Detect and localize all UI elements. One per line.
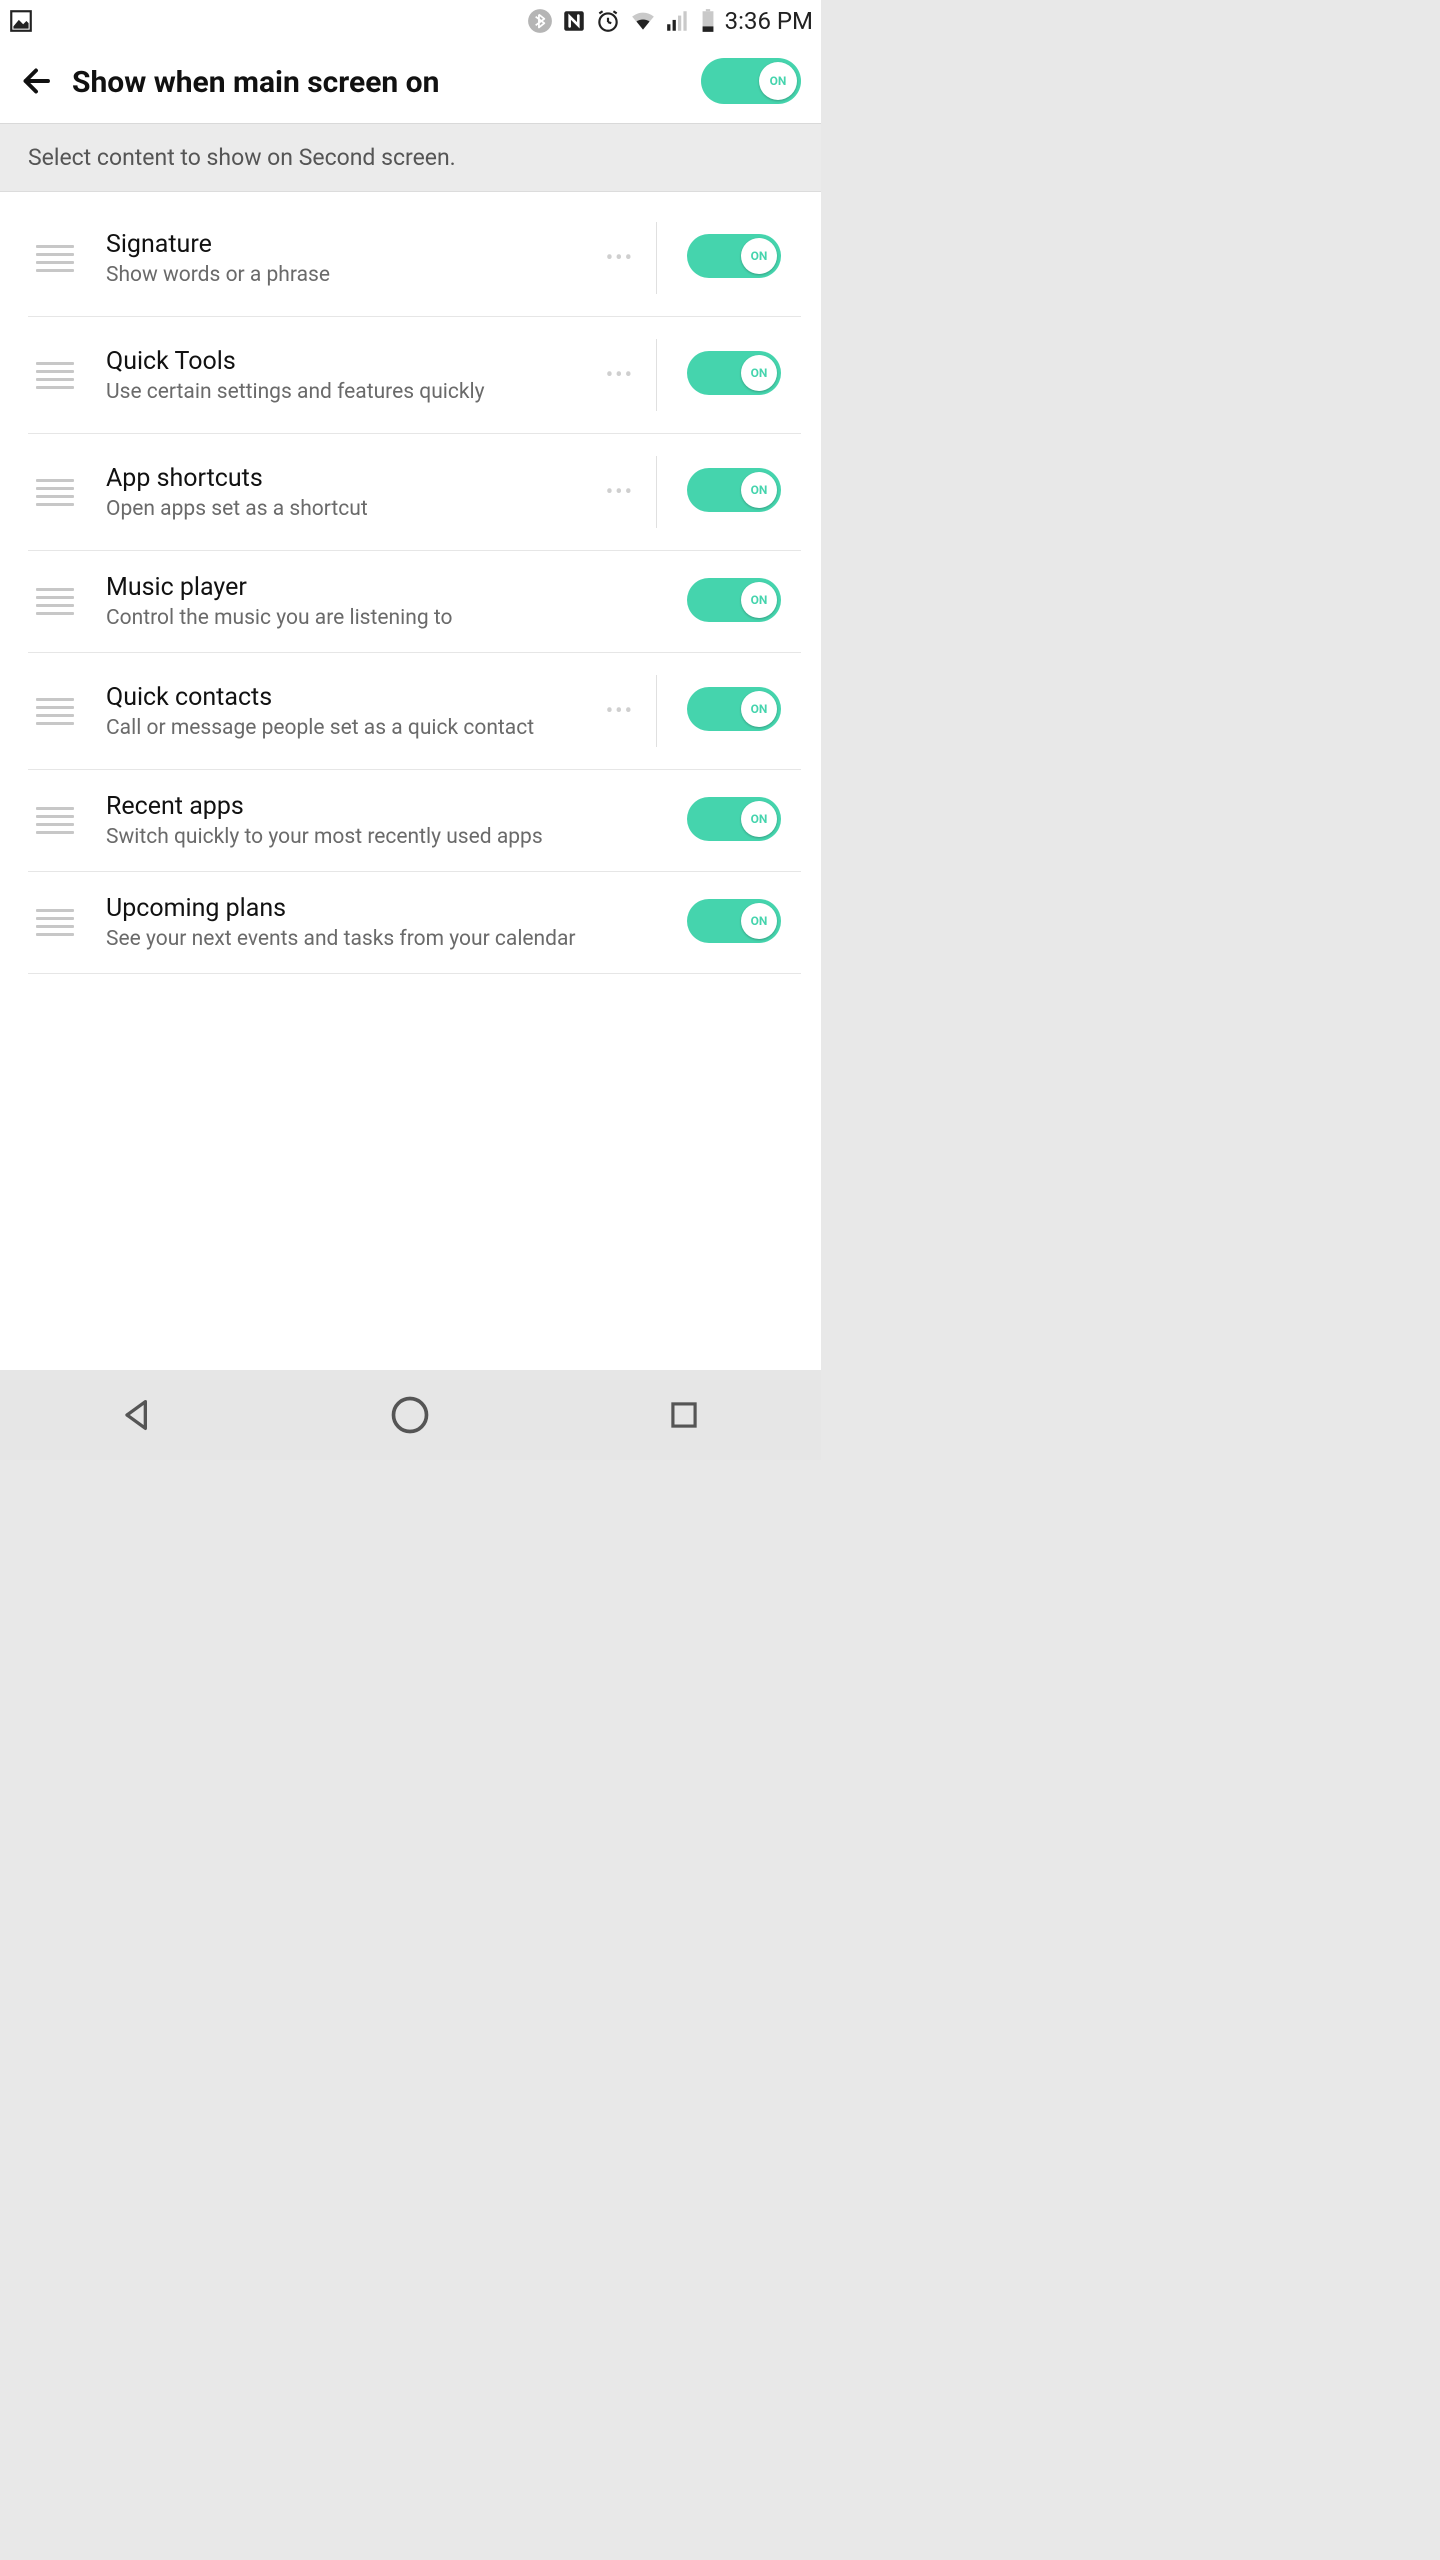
item-toggle[interactable]: ON	[687, 351, 781, 399]
master-toggle[interactable]: ON	[701, 58, 801, 108]
item-title: Quick contacts	[106, 683, 592, 712]
item-title: Music player	[106, 573, 665, 602]
status-left	[8, 8, 34, 34]
wifi-icon	[629, 8, 657, 34]
toggle-label: ON	[751, 249, 768, 263]
more-dots-icon[interactable]: •••	[600, 480, 640, 505]
drag-handle-icon[interactable]	[36, 807, 74, 834]
toggle-label: ON	[751, 483, 768, 497]
more-dots-icon[interactable]: •••	[600, 246, 640, 271]
toggle-label: ON	[751, 702, 768, 716]
toggle-label: ON	[751, 366, 768, 380]
item-separator	[656, 456, 657, 528]
toggle-label: ON	[751, 812, 768, 826]
nav-home-button[interactable]	[382, 1387, 438, 1443]
drag-handle-icon[interactable]	[36, 698, 74, 725]
item-title: Signature	[106, 230, 592, 259]
list-item[interactable]: Quick contacts Call or message people se…	[28, 653, 801, 770]
drag-handle-icon[interactable]	[36, 909, 74, 936]
item-separator	[656, 222, 657, 294]
picture-icon	[8, 8, 34, 34]
item-subtitle: See your next events and tasks from your…	[106, 927, 665, 951]
list-item[interactable]: Music player Control the music you are l…	[28, 551, 801, 653]
more-dots-icon[interactable]: •••	[600, 699, 640, 724]
item-title: Quick Tools	[106, 347, 592, 376]
drag-handle-icon[interactable]	[36, 588, 74, 615]
page-title: Show when main screen on	[72, 65, 701, 100]
list-item[interactable]: Upcoming plans See your next events and …	[28, 872, 801, 974]
item-title: App shortcuts	[106, 464, 592, 493]
item-subtitle: Use certain settings and features quickl…	[106, 380, 592, 404]
item-text: Upcoming plans See your next events and …	[106, 894, 673, 951]
item-title: Upcoming plans	[106, 894, 665, 923]
drag-handle-icon[interactable]	[36, 362, 74, 389]
alarm-icon	[595, 8, 621, 34]
toggle-label: ON	[751, 593, 768, 607]
status-bar: 3:36 PM	[0, 0, 821, 42]
item-text: Signature Show words or a phrase	[106, 230, 600, 287]
item-toggle[interactable]: ON	[687, 899, 781, 947]
battery-icon	[699, 8, 717, 34]
item-toggle[interactable]: ON	[687, 578, 781, 626]
nav-back-button[interactable]	[109, 1387, 165, 1443]
bluetooth-icon	[527, 8, 553, 34]
item-separator	[656, 339, 657, 411]
drag-handle-icon[interactable]	[36, 479, 74, 506]
item-subtitle: Show words or a phrase	[106, 263, 592, 287]
toggle-label: ON	[770, 74, 787, 88]
settings-screen: 3:36 PM Show when main screen on ON Sele…	[0, 0, 821, 1460]
list-item[interactable]: Quick Tools Use certain settings and fea…	[28, 317, 801, 434]
item-subtitle: Open apps set as a shortcut	[106, 497, 592, 521]
item-text: Recent apps Switch quickly to your most …	[106, 792, 673, 849]
item-toggle[interactable]: ON	[687, 797, 781, 845]
item-text: Music player Control the music you are l…	[106, 573, 673, 630]
empty-space	[0, 1172, 821, 1370]
app-bar: Show when main screen on ON	[0, 42, 821, 124]
list-item[interactable]: App shortcuts Open apps set as a shortcu…	[28, 434, 801, 551]
signal-icon	[665, 8, 691, 34]
toggle-label: ON	[751, 914, 768, 928]
nav-recent-button[interactable]	[656, 1387, 712, 1443]
item-subtitle: Call or message people set as a quick co…	[106, 716, 592, 740]
item-toggle[interactable]: ON	[687, 234, 781, 282]
status-right: 3:36 PM	[527, 7, 813, 35]
item-title: Recent apps	[106, 792, 665, 821]
system-nav-bar	[0, 1370, 821, 1460]
list-item[interactable]: Recent apps Switch quickly to your most …	[28, 770, 801, 872]
back-button[interactable]	[18, 63, 54, 103]
item-separator	[656, 675, 657, 747]
drag-handle-icon[interactable]	[36, 245, 74, 272]
item-toggle[interactable]: ON	[687, 687, 781, 735]
item-text: App shortcuts Open apps set as a shortcu…	[106, 464, 600, 521]
status-time: 3:36 PM	[725, 7, 813, 35]
more-dots-icon[interactable]: •••	[600, 363, 640, 388]
item-text: Quick Tools Use certain settings and fea…	[106, 347, 600, 404]
item-toggle[interactable]: ON	[687, 468, 781, 516]
item-subtitle: Switch quickly to your most recently use…	[106, 825, 665, 849]
instruction-text: Select content to show on Second screen.	[0, 124, 821, 192]
list-item[interactable]: Signature Show words or a phrase ••• ON	[28, 200, 801, 317]
item-subtitle: Control the music you are listening to	[106, 606, 665, 630]
item-text: Quick contacts Call or message people se…	[106, 683, 600, 740]
nfc-icon	[561, 8, 587, 34]
settings-list: Signature Show words or a phrase ••• ON …	[0, 192, 821, 1172]
